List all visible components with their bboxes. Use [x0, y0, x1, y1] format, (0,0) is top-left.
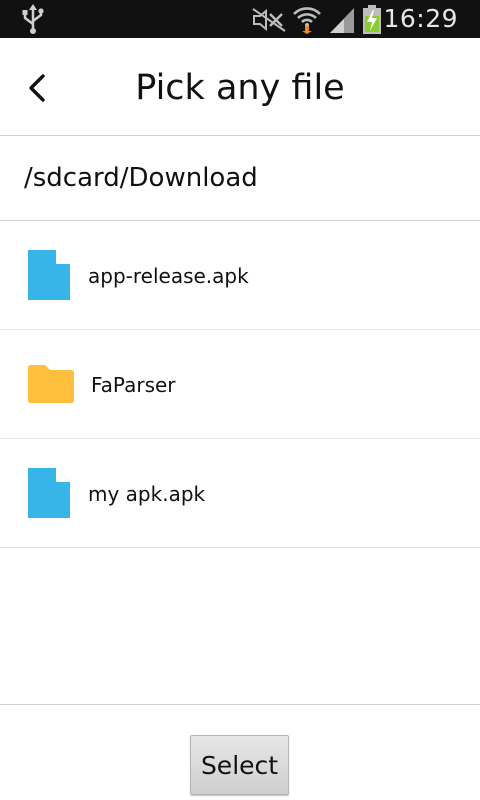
current-path: /sdcard/Download: [24, 163, 258, 193]
mute-icon: [252, 8, 286, 36]
file-icon: [28, 468, 70, 522]
usb-icon: [20, 4, 46, 34]
bottom-action-bar: Select: [0, 704, 480, 800]
file-name: my apk.apk: [88, 482, 206, 506]
list-item-folder[interactable]: FaParser: [0, 330, 480, 439]
file-name: app-release.apk: [88, 264, 249, 288]
status-bar: 16:29: [0, 0, 480, 38]
clock: 16:29: [383, 4, 458, 33]
file-icon: [28, 250, 70, 304]
wifi-icon: [292, 4, 322, 38]
current-path-bar: /sdcard/Download: [0, 136, 480, 221]
app-header: Pick any file: [0, 38, 480, 136]
folder-name: FaParser: [91, 373, 176, 397]
signal-icon: [328, 6, 356, 38]
list-item-file[interactable]: app-release.apk: [0, 221, 480, 330]
file-list: app-release.apk FaParser my apk.apk: [0, 221, 480, 548]
battery-charging-icon: [362, 5, 382, 39]
file-picker-screen: 16:29 Pick any file /sdcard/Download app…: [0, 0, 480, 800]
page-title: Pick any file: [135, 68, 345, 108]
list-item-file[interactable]: my apk.apk: [0, 439, 480, 548]
select-button[interactable]: Select: [190, 735, 289, 795]
folder-icon: [28, 365, 74, 407]
